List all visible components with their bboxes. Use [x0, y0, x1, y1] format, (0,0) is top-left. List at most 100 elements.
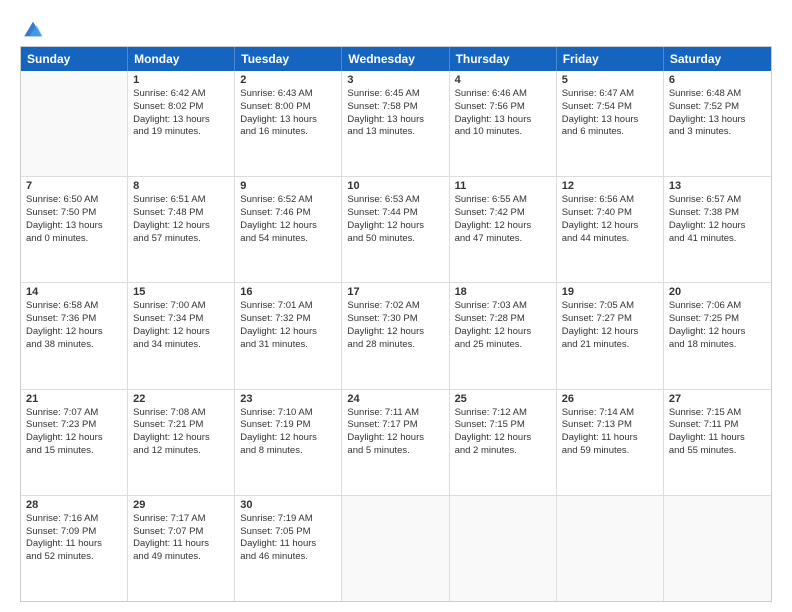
empty-cell [450, 496, 557, 601]
day-cell-11: 11Sunrise: 6:55 AMSunset: 7:42 PMDayligh… [450, 177, 557, 282]
day-cell-15: 15Sunrise: 7:00 AMSunset: 7:34 PMDayligh… [128, 283, 235, 388]
day-number: 19 [562, 286, 658, 298]
day-cell-21: 21Sunrise: 7:07 AMSunset: 7:23 PMDayligh… [21, 390, 128, 495]
calendar-row: 28Sunrise: 7:16 AMSunset: 7:09 PMDayligh… [21, 496, 771, 601]
day-info-line: Sunrise: 7:08 AM [133, 407, 229, 420]
day-info-line: Sunset: 8:00 PM [240, 101, 336, 114]
day-info-line: Sunrise: 7:01 AM [240, 300, 336, 313]
empty-cell [21, 71, 128, 176]
day-info-line: and 6 minutes. [562, 126, 658, 139]
day-cell-26: 26Sunrise: 7:14 AMSunset: 7:13 PMDayligh… [557, 390, 664, 495]
day-info-line: Daylight: 13 hours [455, 114, 551, 127]
header-day-sunday: Sunday [21, 47, 128, 71]
day-cell-13: 13Sunrise: 6:57 AMSunset: 7:38 PMDayligh… [664, 177, 771, 282]
day-cell-4: 4Sunrise: 6:46 AMSunset: 7:56 PMDaylight… [450, 71, 557, 176]
calendar-row: 14Sunrise: 6:58 AMSunset: 7:36 PMDayligh… [21, 283, 771, 389]
day-info-line: Daylight: 12 hours [562, 220, 658, 233]
calendar-header: SundayMondayTuesdayWednesdayThursdayFrid… [21, 47, 771, 71]
day-number: 29 [133, 499, 229, 511]
logo [20, 18, 44, 36]
day-info-line: Sunset: 7:58 PM [347, 101, 443, 114]
day-info-line: Sunset: 8:02 PM [133, 101, 229, 114]
day-info-line: and 21 minutes. [562, 339, 658, 352]
day-info-line: Sunset: 7:34 PM [133, 313, 229, 326]
header-day-saturday: Saturday [664, 47, 771, 71]
calendar-row: 21Sunrise: 7:07 AMSunset: 7:23 PMDayligh… [21, 390, 771, 496]
day-info-line: and 3 minutes. [669, 126, 766, 139]
day-info-line: Sunset: 7:36 PM [26, 313, 122, 326]
day-cell-14: 14Sunrise: 6:58 AMSunset: 7:36 PMDayligh… [21, 283, 128, 388]
day-number: 26 [562, 393, 658, 405]
page: SundayMondayTuesdayWednesdayThursdayFrid… [0, 0, 792, 612]
day-number: 10 [347, 180, 443, 192]
day-info-line: Sunset: 7:11 PM [669, 419, 766, 432]
day-info-line: Sunrise: 7:02 AM [347, 300, 443, 313]
day-info-line: Sunrise: 6:45 AM [347, 88, 443, 101]
day-info-line: and 47 minutes. [455, 233, 551, 246]
day-info-line: Daylight: 12 hours [347, 326, 443, 339]
day-info-line: Daylight: 12 hours [133, 220, 229, 233]
day-info-line: Daylight: 13 hours [347, 114, 443, 127]
day-cell-27: 27Sunrise: 7:15 AMSunset: 7:11 PMDayligh… [664, 390, 771, 495]
day-info-line: and 44 minutes. [562, 233, 658, 246]
day-number: 2 [240, 74, 336, 86]
day-info-line: Daylight: 12 hours [455, 326, 551, 339]
day-info-line: and 55 minutes. [669, 445, 766, 458]
day-info-line: and 19 minutes. [133, 126, 229, 139]
day-number: 16 [240, 286, 336, 298]
day-info-line: and 16 minutes. [240, 126, 336, 139]
day-info-line: and 12 minutes. [133, 445, 229, 458]
day-info-line: and 41 minutes. [669, 233, 766, 246]
day-number: 23 [240, 393, 336, 405]
day-info-line: Daylight: 12 hours [240, 220, 336, 233]
day-info-line: Daylight: 11 hours [240, 538, 336, 551]
header-day-wednesday: Wednesday [342, 47, 449, 71]
day-info-line: and 8 minutes. [240, 445, 336, 458]
day-cell-12: 12Sunrise: 6:56 AMSunset: 7:40 PMDayligh… [557, 177, 664, 282]
day-info-line: Sunrise: 6:55 AM [455, 194, 551, 207]
day-info-line: Sunrise: 6:56 AM [562, 194, 658, 207]
day-info-line: Sunset: 7:30 PM [347, 313, 443, 326]
day-cell-19: 19Sunrise: 7:05 AMSunset: 7:27 PMDayligh… [557, 283, 664, 388]
day-number: 28 [26, 499, 122, 511]
day-info-line: Sunset: 7:48 PM [133, 207, 229, 220]
day-info-line: and 57 minutes. [133, 233, 229, 246]
logo-icon [22, 18, 44, 40]
day-info-line: Daylight: 12 hours [669, 220, 766, 233]
day-number: 21 [26, 393, 122, 405]
day-info-line: Daylight: 13 hours [133, 114, 229, 127]
day-info-line: Daylight: 13 hours [240, 114, 336, 127]
day-info-line: Sunrise: 6:53 AM [347, 194, 443, 207]
day-number: 22 [133, 393, 229, 405]
day-number: 20 [669, 286, 766, 298]
day-info-line: Sunrise: 7:11 AM [347, 407, 443, 420]
calendar: SundayMondayTuesdayWednesdayThursdayFrid… [20, 46, 772, 602]
day-info-line: Sunset: 7:38 PM [669, 207, 766, 220]
day-number: 13 [669, 180, 766, 192]
day-info-line: Daylight: 12 hours [669, 326, 766, 339]
day-info-line: Sunset: 7:17 PM [347, 419, 443, 432]
day-info-line: and 2 minutes. [455, 445, 551, 458]
day-info-line: Daylight: 11 hours [669, 432, 766, 445]
day-info-line: Daylight: 12 hours [347, 432, 443, 445]
day-info-line: Sunset: 7:13 PM [562, 419, 658, 432]
day-cell-1: 1Sunrise: 6:42 AMSunset: 8:02 PMDaylight… [128, 71, 235, 176]
day-info-line: Sunrise: 6:50 AM [26, 194, 122, 207]
day-number: 3 [347, 74, 443, 86]
day-info-line: Daylight: 12 hours [240, 326, 336, 339]
day-cell-18: 18Sunrise: 7:03 AMSunset: 7:28 PMDayligh… [450, 283, 557, 388]
day-number: 24 [347, 393, 443, 405]
day-info-line: and 50 minutes. [347, 233, 443, 246]
day-info-line: Sunrise: 7:14 AM [562, 407, 658, 420]
day-info-line: Sunrise: 7:15 AM [669, 407, 766, 420]
day-info-line: Sunset: 7:56 PM [455, 101, 551, 114]
day-info-line: Sunset: 7:54 PM [562, 101, 658, 114]
day-info-line: and 10 minutes. [455, 126, 551, 139]
day-info-line: Sunset: 7:05 PM [240, 526, 336, 539]
day-number: 9 [240, 180, 336, 192]
empty-cell [342, 496, 449, 601]
day-info-line: Sunset: 7:32 PM [240, 313, 336, 326]
day-info-line: Daylight: 11 hours [26, 538, 122, 551]
day-info-line: and 5 minutes. [347, 445, 443, 458]
day-cell-17: 17Sunrise: 7:02 AMSunset: 7:30 PMDayligh… [342, 283, 449, 388]
